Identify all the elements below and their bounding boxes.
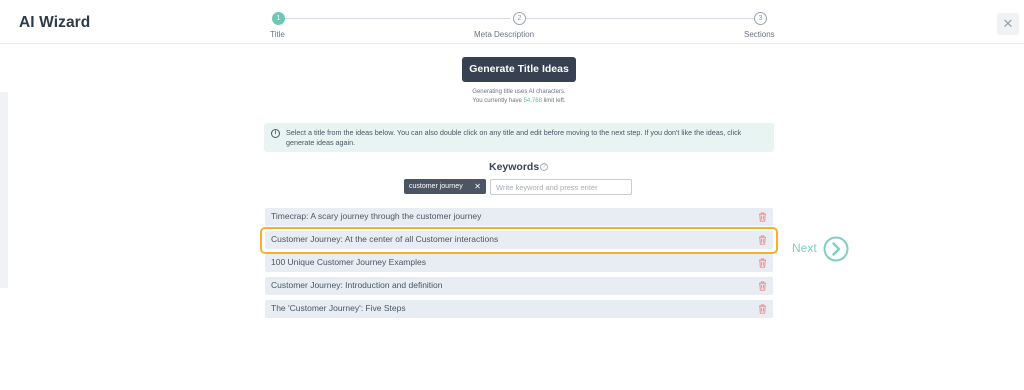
generate-title-ideas-button[interactable]: Generate Title Ideas: [462, 57, 576, 82]
remove-keyword-icon[interactable]: ✕: [474, 179, 481, 194]
title-idea-text: Customer Journey: Introduction and defin…: [271, 280, 443, 290]
step-1-label: Title: [270, 30, 285, 39]
next-label: Next: [792, 241, 817, 255]
generation-note-line1: Generating title uses AI characters.: [472, 89, 566, 95]
step-1-indicator[interactable]: 1: [272, 12, 285, 25]
trash-icon[interactable]: [758, 212, 767, 222]
app-title: AI Wizard: [19, 14, 91, 31]
stepper: 1 Title 2 Meta Description 3 Sections: [270, 10, 780, 42]
step-2-label: Meta Description: [474, 30, 535, 39]
close-icon: ✕: [1002, 16, 1014, 31]
title-idea-text: Timecrap: A scary journey through the cu…: [271, 211, 482, 221]
title-idea-text: The 'Customer Journey': Five Steps: [271, 303, 406, 313]
info-text: Select a title from the ideas below. You…: [286, 128, 742, 147]
info-banner: i Select a title from the ideas below. Y…: [264, 123, 774, 152]
step-2-indicator[interactable]: 2: [513, 12, 526, 25]
generation-note-line2: You currently have 54,768 limit left.: [472, 98, 566, 104]
info-icon: i: [271, 129, 280, 138]
step-3-indicator[interactable]: 3: [754, 12, 767, 25]
character-limit-count: 54,768: [523, 98, 542, 104]
trash-icon[interactable]: [758, 258, 767, 268]
step-connector: [284, 18, 510, 19]
chevron-right-circle-icon[interactable]: [823, 236, 849, 262]
help-icon[interactable]: ?: [540, 163, 548, 171]
title-idea-row[interactable]: 100 Unique Customer Journey Examples: [265, 254, 773, 272]
selected-idea-highlight: [260, 227, 778, 254]
keyword-chip-label: customer journey: [409, 183, 463, 190]
trash-icon[interactable]: [758, 281, 767, 291]
keyword-chip: customer journey ✕: [404, 179, 486, 194]
keyword-input[interactable]: [490, 179, 632, 195]
header: AI Wizard 1 Title 2 Meta Description 3 S…: [0, 0, 1024, 44]
step-3-label: Sections: [744, 30, 775, 39]
keywords-heading: Keywords: [489, 161, 540, 173]
trash-icon[interactable]: [758, 304, 767, 314]
background-panel-edge: [0, 92, 8, 288]
generation-note: Generating title uses AI characters. You…: [419, 88, 619, 106]
title-idea-row[interactable]: Timecrap: A scary journey through the cu…: [265, 208, 773, 226]
close-button[interactable]: ✕: [997, 13, 1019, 35]
step-connector: [526, 18, 754, 19]
title-idea-row[interactable]: The 'Customer Journey': Five Steps: [265, 300, 773, 318]
title-idea-row[interactable]: Customer Journey: Introduction and defin…: [265, 277, 773, 295]
title-idea-text: 100 Unique Customer Journey Examples: [271, 257, 426, 267]
